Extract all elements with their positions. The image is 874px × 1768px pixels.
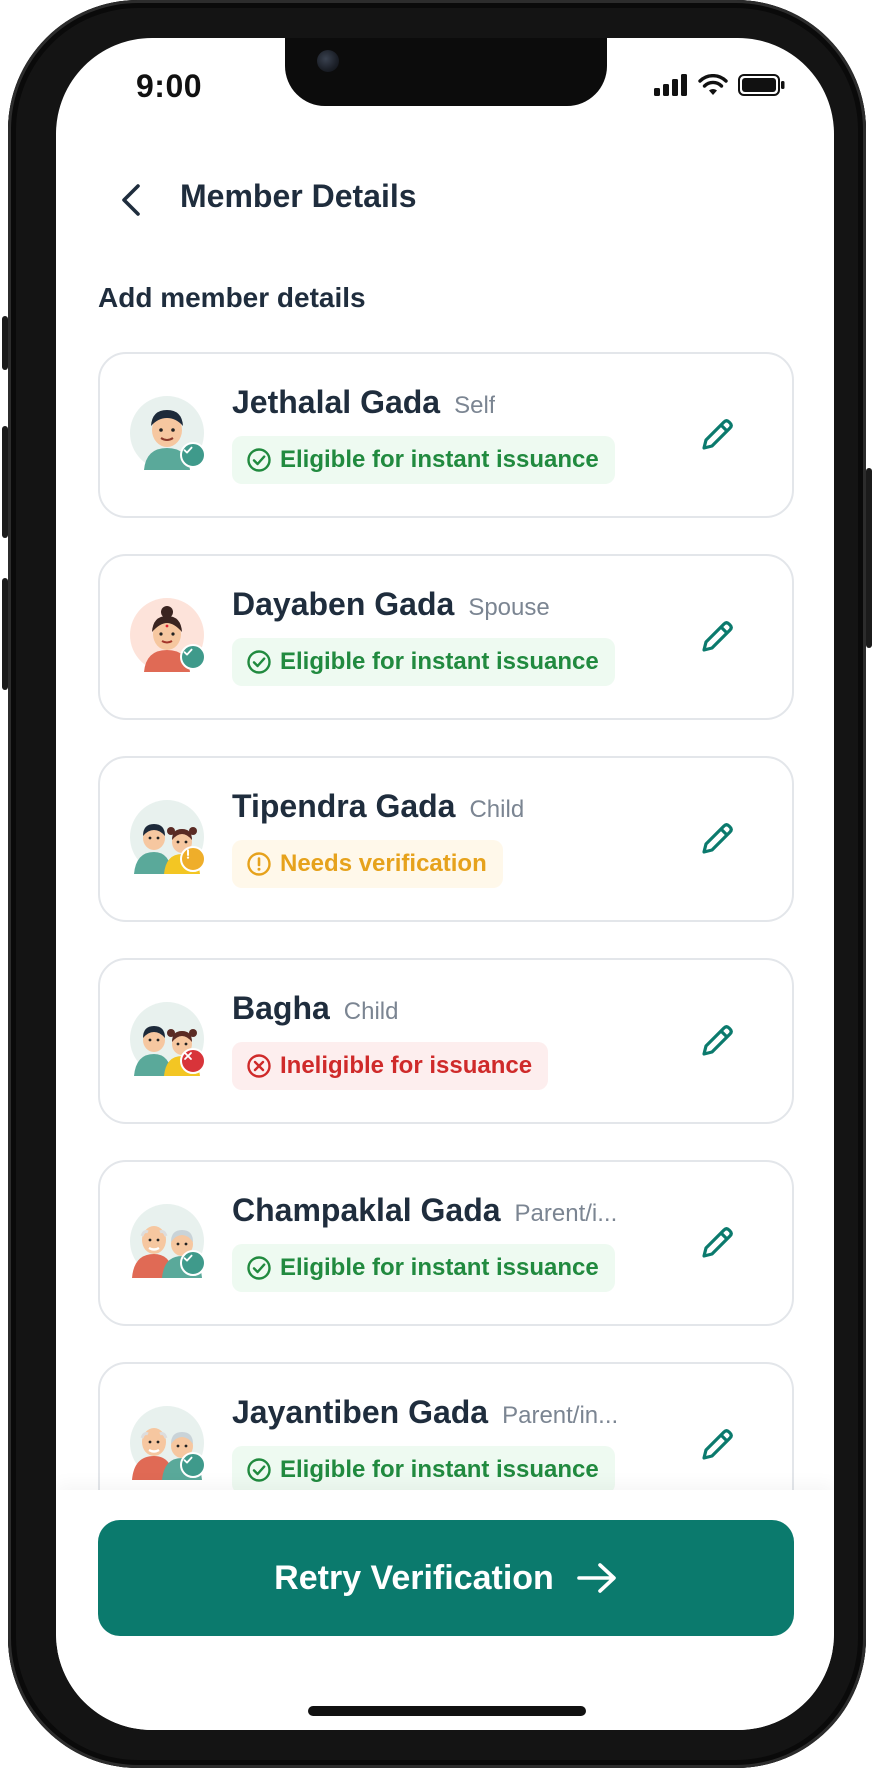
section-title: Add member details <box>98 282 366 313</box>
avatar-verified-badge <box>180 1250 206 1276</box>
battery-icon <box>738 74 785 96</box>
member-name: Bagha <box>232 990 330 1026</box>
status-text: Eligible for instant issuance <box>280 1254 599 1281</box>
member-relation: Spouse <box>468 594 550 621</box>
check-circle-icon <box>247 650 271 674</box>
exclamation-icon <box>186 849 190 859</box>
member-name: Jayantiben Gada <box>232 1394 489 1430</box>
member-avatar <box>130 1204 206 1278</box>
member-name-row: Tipendra Gada Child <box>232 788 524 825</box>
volume-up-button <box>2 426 8 538</box>
member-relation: Parent/in... <box>502 1402 619 1429</box>
page-title: Member Details <box>180 178 417 214</box>
member-name-row: Dayaben Gada Spouse <box>232 586 550 623</box>
member-name: Champaklal Gada <box>232 1192 501 1228</box>
check-circle-icon <box>247 448 271 472</box>
member-name-row: Bagha Child <box>232 990 399 1027</box>
status-badge: Eligible for instant issuance <box>232 1446 615 1494</box>
member-card[interactable]: Jethalal Gada Self Eligible for instant is… <box>98 352 794 518</box>
member-name: Tipendra Gada <box>232 788 456 824</box>
edit-member-button[interactable] <box>694 1018 740 1064</box>
member-name: Jethalal Gada <box>232 384 441 420</box>
retry-verification-label: Retry Verification <box>274 1558 554 1597</box>
volume-down-button <box>2 578 8 690</box>
cellular-signal-icon <box>654 74 687 96</box>
pencil-icon <box>702 1429 733 1460</box>
status-text: Needs verification <box>280 850 487 877</box>
member-relation: Child <box>343 998 399 1025</box>
pencil-icon <box>702 1227 733 1258</box>
home-indicator <box>308 1706 586 1716</box>
status-text: Ineligible for issuance <box>280 1052 533 1079</box>
screen: 9:00 Member Details Add member details J… <box>56 38 834 1730</box>
member-card[interactable]: Champaklal Gada Parent/i... Eligible for i… <box>98 1160 794 1326</box>
status-text: Eligible for instant issuance <box>280 1456 599 1483</box>
camera-icon <box>317 50 339 72</box>
member-card[interactable]: Dayaben Gada Spouse Eligible for instant i… <box>98 554 794 720</box>
notch <box>285 38 607 106</box>
edit-member-button[interactable] <box>694 816 740 862</box>
member-avatar <box>130 800 206 874</box>
pencil-icon <box>702 419 733 450</box>
edit-member-button[interactable] <box>694 412 740 458</box>
status-text: Eligible for instant issuance <box>280 446 599 473</box>
avatar-error-badge <box>180 1048 206 1074</box>
retry-verification-button[interactable]: Retry Verification <box>98 1520 794 1636</box>
check-icon <box>183 648 193 656</box>
status-time: 9:00 <box>136 68 203 104</box>
x-circle-icon <box>247 1054 271 1078</box>
member-card[interactable]: Tipendra Gada Child Needs verification <box>98 756 794 922</box>
status-badge: Ineligible for issuance <box>232 1042 549 1090</box>
member-relation: Child <box>469 796 525 823</box>
chevron-left-icon <box>122 184 140 216</box>
power-button <box>866 468 872 648</box>
pencil-icon <box>702 621 733 652</box>
edit-member-button[interactable] <box>694 1422 740 1468</box>
member-avatar <box>130 1002 206 1076</box>
status-text: Eligible for instant issuance <box>280 648 599 675</box>
member-avatar <box>130 598 206 672</box>
avatar-warning-badge <box>180 846 206 872</box>
alert-circle-icon <box>247 852 271 876</box>
avatar-verified-badge <box>180 644 206 670</box>
member-relation: Parent/i... <box>514 1200 618 1227</box>
member-name-row: Jethalal Gada Self <box>232 384 495 421</box>
check-icon <box>183 446 193 454</box>
status-badge: Eligible for instant issuance <box>232 638 615 686</box>
avatar-verified-badge <box>180 442 206 468</box>
member-avatar <box>130 1406 206 1480</box>
status-badge: Eligible for instant issuance <box>232 436 615 484</box>
x-icon <box>184 1052 192 1060</box>
check-icon <box>183 1456 193 1464</box>
pencil-icon <box>702 823 733 854</box>
status-icons <box>654 74 786 96</box>
edit-member-button[interactable] <box>694 1220 740 1266</box>
back-button[interactable] <box>112 178 156 222</box>
status-badge: Needs verification <box>232 840 503 888</box>
check-circle-icon <box>247 1256 271 1280</box>
status-badge: Eligible for instant issuance <box>232 1244 615 1292</box>
app-header: Member Details <box>56 158 834 238</box>
member-card[interactable]: Bagha Child Ineligible for issuance <box>98 958 794 1124</box>
check-icon <box>183 1254 193 1262</box>
member-name-row: Champaklal Gada Parent/i... <box>232 1192 617 1229</box>
member-name: Dayaben Gada <box>232 586 455 622</box>
member-name-row: Jayantiben Gada Parent/in... <box>232 1394 618 1431</box>
mute-switch <box>2 316 8 370</box>
member-avatar <box>130 396 206 470</box>
member-list: Jethalal Gada Self Eligible for instant is… <box>98 352 794 1564</box>
phone-frame: 9:00 Member Details Add member details J… <box>2 0 872 1768</box>
pencil-icon <box>702 1025 733 1056</box>
avatar-verified-badge <box>180 1452 206 1478</box>
arrow-right-icon <box>577 1563 616 1593</box>
edit-member-button[interactable] <box>694 614 740 660</box>
wifi-icon <box>698 74 728 95</box>
member-relation: Self <box>454 392 496 419</box>
footer: Retry Verification <box>56 1490 834 1730</box>
check-circle-icon <box>247 1458 271 1482</box>
